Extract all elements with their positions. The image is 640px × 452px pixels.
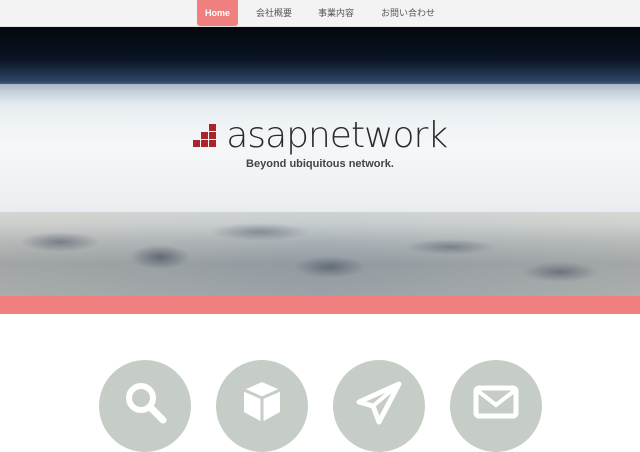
nav-home[interactable]: Home: [197, 0, 238, 26]
logo-mark-icon: [192, 123, 217, 148]
mail-icon: [473, 385, 519, 419]
nav-contact[interactable]: お問い合わせ: [376, 0, 440, 26]
nav-company[interactable]: 会社概要: [250, 0, 298, 26]
box-icon: [243, 382, 281, 422]
hero-banner: asapnetwork Beyond ubiquitous network.: [0, 27, 640, 296]
hero-clouds: [0, 212, 640, 296]
accent-bar: [0, 296, 640, 314]
paper-plane-icon: [356, 381, 402, 425]
service-search-button[interactable]: [99, 360, 191, 452]
top-navigation: Home 会社概要 事業内容 お問い合わせ: [0, 0, 640, 27]
service-mail-button[interactable]: [450, 360, 542, 452]
tagline: Beyond ubiquitous network.: [246, 158, 394, 170]
search-icon: [126, 383, 167, 424]
site-logo[interactable]: asapnetwork: [0, 115, 640, 159]
service-send-button[interactable]: [333, 360, 425, 452]
service-box-button[interactable]: [216, 360, 308, 452]
nav-services[interactable]: 事業内容: [312, 0, 360, 26]
brand-name: asapnetwork: [226, 115, 448, 156]
